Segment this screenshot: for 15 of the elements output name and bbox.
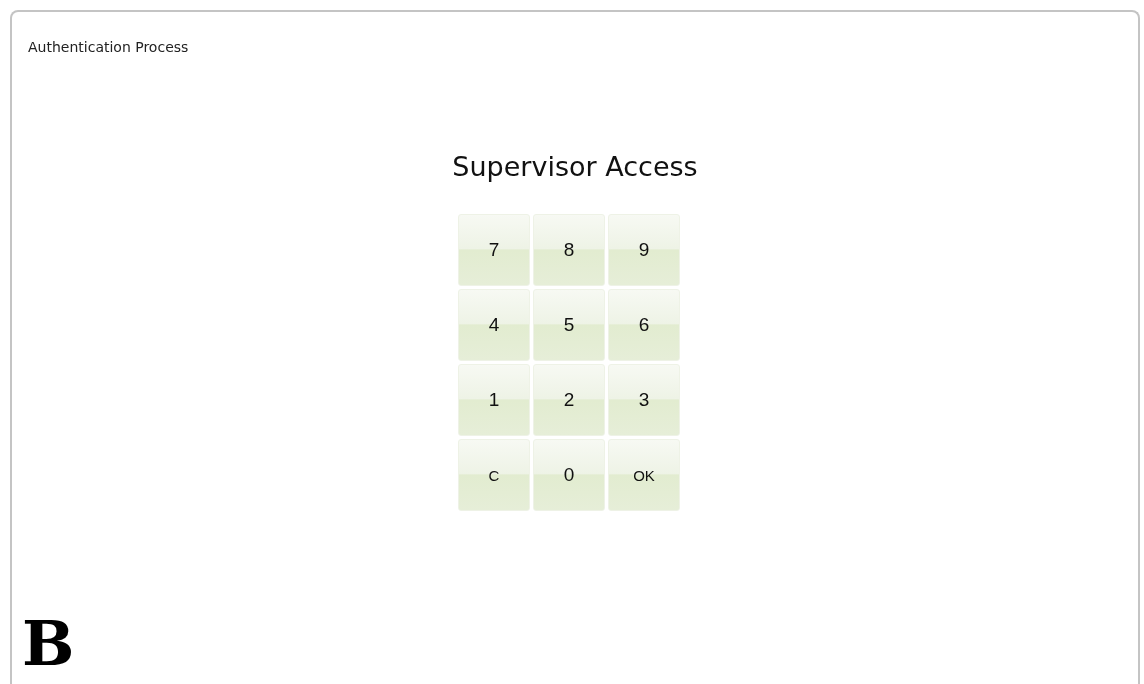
logo: B [22, 607, 75, 680]
keypad-key[interactable]: 7 [458, 214, 530, 286]
keypad-key[interactable]: 6 [608, 289, 680, 361]
keypad-key[interactable]: OK [608, 439, 680, 511]
window-title: Authentication Process [28, 39, 189, 55]
heading: Supervisor Access [452, 151, 698, 182]
keypad-key[interactable]: 0 [533, 439, 605, 511]
keypad-key[interactable]: C [458, 439, 530, 511]
keypad-key[interactable]: 4 [458, 289, 530, 361]
keypad-key[interactable]: 1 [458, 364, 530, 436]
keypad-key[interactable]: 3 [608, 364, 680, 436]
keypad-key[interactable]: 5 [533, 289, 605, 361]
keypad-key[interactable]: 2 [533, 364, 605, 436]
keypad-key[interactable]: 8 [533, 214, 605, 286]
keypad-key[interactable]: 9 [608, 214, 680, 286]
